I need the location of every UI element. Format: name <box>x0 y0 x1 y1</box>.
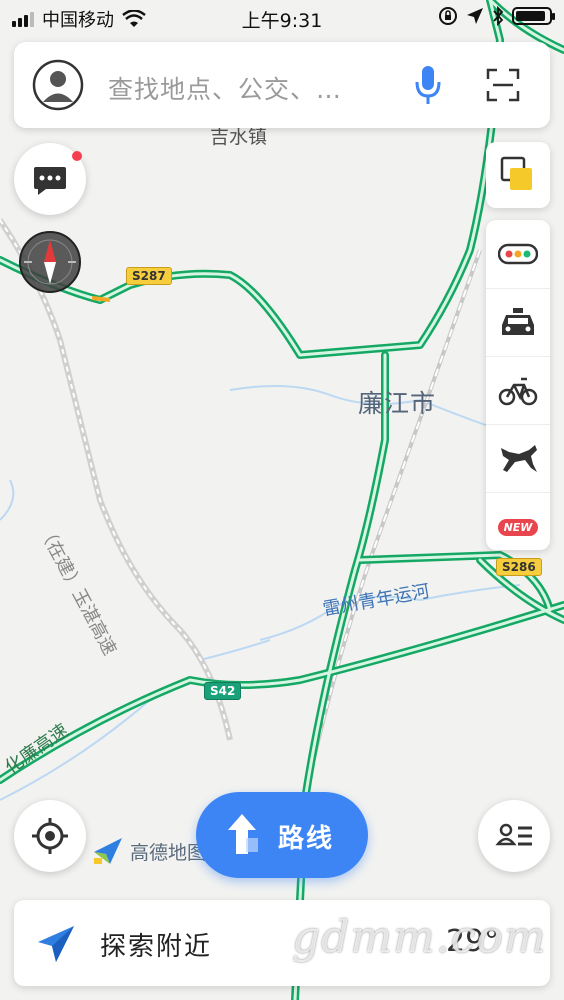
battery-fill <box>516 11 545 21</box>
horse-button[interactable] <box>486 424 550 493</box>
avatar-icon[interactable] <box>32 59 84 111</box>
bluetooth-icon <box>493 6 504 26</box>
rotation-lock-icon <box>439 7 457 25</box>
traffic-icon <box>498 243 538 265</box>
scan-icon[interactable] <box>486 68 520 102</box>
locate-button[interactable] <box>14 800 86 872</box>
bike-button[interactable] <box>486 356 550 425</box>
search-input[interactable]: 查找地点、公交、… <box>108 70 342 106</box>
taxi-icon <box>502 308 534 335</box>
layers-button[interactable] <box>486 142 550 208</box>
horse-icon <box>501 445 537 472</box>
explore-label: 探索附近 <box>100 932 213 962</box>
side-tools-panel: NEW <box>486 220 550 550</box>
route-label: 路线 <box>278 824 335 854</box>
bike-icon <box>498 377 538 406</box>
road-shield-s287: S287 <box>126 267 172 285</box>
notification-dot <box>72 151 82 161</box>
amap-logo: 高德地图 <box>92 836 206 866</box>
city-label: 廉江市 <box>358 389 437 418</box>
location-arrow-icon <box>467 8 483 24</box>
logo-text: 高德地图 <box>130 841 207 864</box>
amap-logo-icon <box>94 838 122 864</box>
new-feature-button[interactable]: NEW <box>486 492 550 561</box>
traffic-button[interactable] <box>486 220 550 288</box>
taxi-button[interactable] <box>486 288 550 357</box>
watermark: gdmm.com <box>292 912 547 963</box>
search-bar[interactable]: 查找地点、公交、… <box>14 42 550 128</box>
layers-icon <box>500 156 532 190</box>
crosshair-icon <box>32 818 68 854</box>
new-badge: NEW <box>497 518 539 536</box>
microphone-icon[interactable] <box>414 64 442 106</box>
route-button[interactable]: 路线 <box>196 792 368 878</box>
status-bar: 中国移动 上午9:31 <box>0 0 564 36</box>
compass-icon[interactable] <box>18 230 82 294</box>
route-arrow-icon <box>228 814 258 854</box>
list-icon <box>495 823 532 846</box>
battery-icon <box>512 7 555 25</box>
paper-plane-icon <box>38 926 74 962</box>
message-button[interactable] <box>14 143 86 215</box>
road-shield-s42: S42 <box>204 682 242 700</box>
list-button[interactable] <box>478 800 550 872</box>
